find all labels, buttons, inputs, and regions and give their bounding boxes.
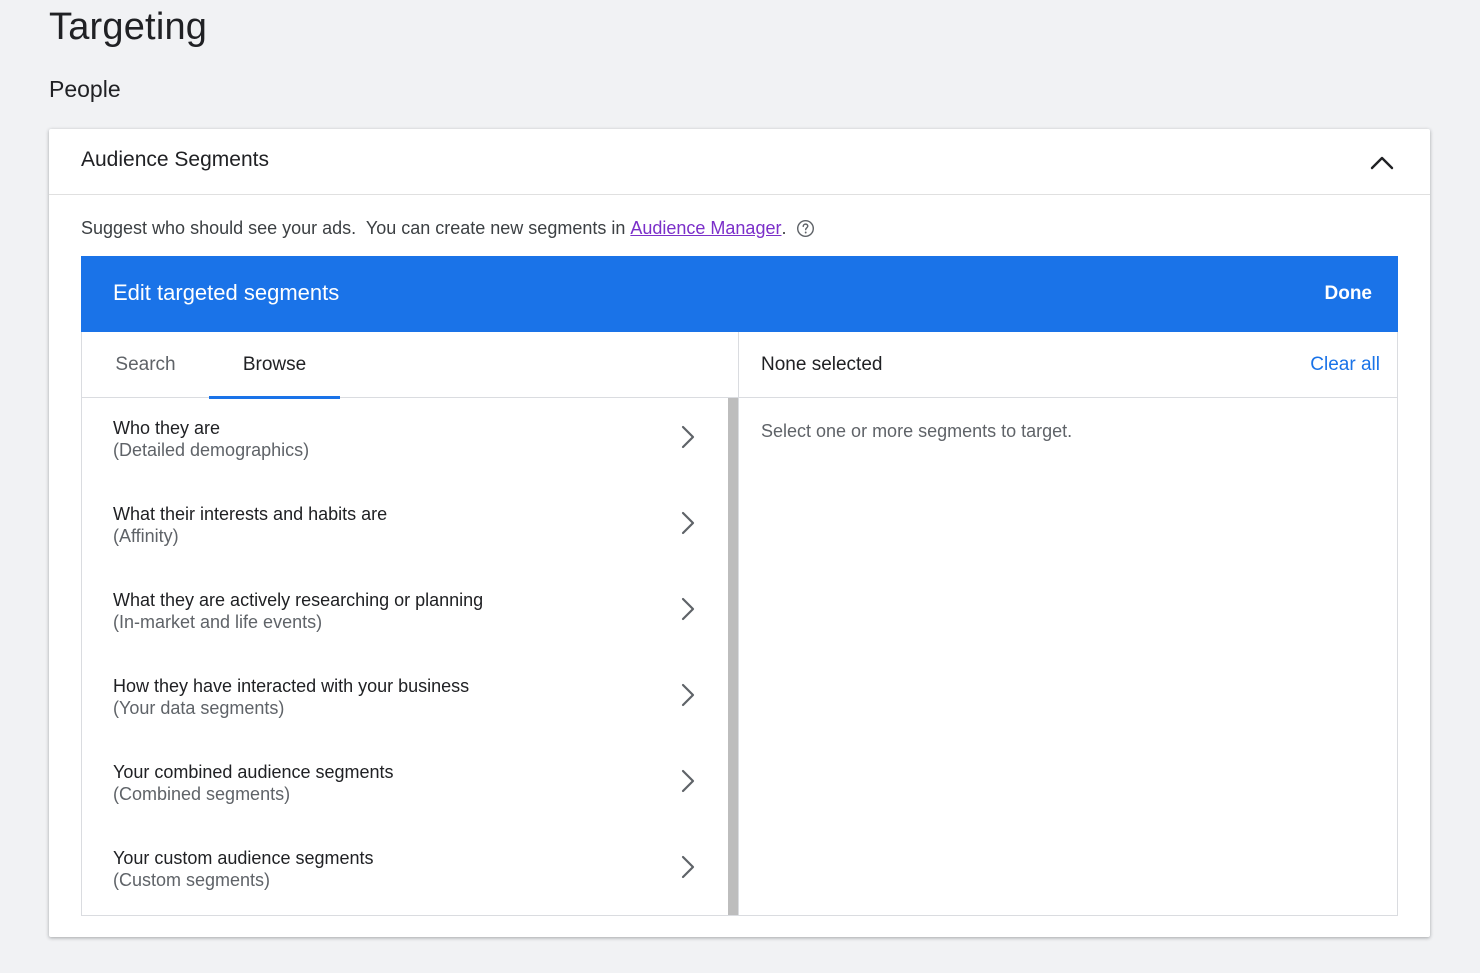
list-item-affinity[interactable]: What their interests and habits are (Aff… <box>82 484 727 570</box>
selection-status: None selected <box>761 354 883 375</box>
item-sublabel: (Custom segments) <box>113 870 271 890</box>
tab-bar: Search Browse <box>82 332 738 399</box>
item-label: Who they are <box>113 418 221 438</box>
card-header[interactable]: Audience Segments <box>49 129 1430 195</box>
chevron-up-icon[interactable] <box>1368 149 1396 177</box>
item-label: What their interests and habits are <box>113 504 388 524</box>
audience-segments-card: Audience Segments Suggest who should see… <box>49 129 1430 937</box>
list-scrollbar[interactable] <box>728 398 738 915</box>
list-item-your-data[interactable]: How they have interacted with your busin… <box>82 656 727 742</box>
item-sublabel: (Your data segments) <box>113 698 285 718</box>
tab-browse[interactable]: Browse <box>209 332 340 399</box>
section-label: People <box>49 76 121 102</box>
segment-category-list: Who they are (Detailed demographics) Wha… <box>82 398 727 915</box>
selection-pane: None selected Clear all Select one or mo… <box>739 332 1397 916</box>
tab-search[interactable]: Search <box>82 332 209 398</box>
segment-editor: Edit targeted segments Done Search Brows… <box>81 256 1398 916</box>
chevron-right-icon <box>678 767 698 795</box>
card-title: Audience Segments <box>81 148 269 171</box>
item-label: Your custom audience segments <box>113 848 374 868</box>
done-button[interactable]: Done <box>1325 283 1373 305</box>
chevron-right-icon <box>678 595 698 623</box>
item-label: What they are actively researching or pl… <box>113 590 484 610</box>
editor-title: Edit targeted segments <box>113 280 340 305</box>
browse-pane: Search Browse Who they are (Detailed dem… <box>82 332 739 916</box>
chevron-right-icon <box>678 509 698 537</box>
item-sublabel: (Combined segments) <box>113 784 291 804</box>
item-sublabel: (In-market and life events) <box>113 612 323 632</box>
chevron-right-icon <box>678 681 698 709</box>
editor-header-bar: Edit targeted segments Done <box>81 256 1398 332</box>
tab-browse-label: Browse <box>242 354 307 375</box>
help-circle-icon[interactable] <box>796 219 815 238</box>
list-item-detailed-demographics[interactable]: Who they are (Detailed demographics) <box>82 398 727 484</box>
item-sublabel: (Affinity) <box>113 526 179 546</box>
list-item-combined[interactable]: Your combined audience segments (Combine… <box>82 742 727 828</box>
chevron-right-icon <box>678 423 698 451</box>
selection-header: None selected Clear all <box>739 332 1397 398</box>
list-item-custom[interactable]: Your custom audience segments (Custom se… <box>82 828 727 914</box>
page-title: Targeting <box>49 6 208 48</box>
chevron-right-icon <box>678 853 698 881</box>
audience-manager-link[interactable]: Audience Manager <box>630 218 781 239</box>
helper-text: Suggest who should see your ads. You can… <box>81 218 815 239</box>
clear-all-button[interactable]: Clear all <box>1310 354 1380 376</box>
helper-text-suffix: . <box>781 218 787 238</box>
empty-selection-message: Select one or more segments to target. <box>761 421 1073 441</box>
list-item-in-market[interactable]: What they are actively researching or pl… <box>82 570 727 656</box>
item-label: How they have interacted with your busin… <box>113 676 470 696</box>
helper-text-body: Suggest who should see your ads. You can… <box>81 218 631 238</box>
item-sublabel: (Detailed demographics) <box>113 440 310 460</box>
item-label: Your combined audience segments <box>113 762 394 782</box>
